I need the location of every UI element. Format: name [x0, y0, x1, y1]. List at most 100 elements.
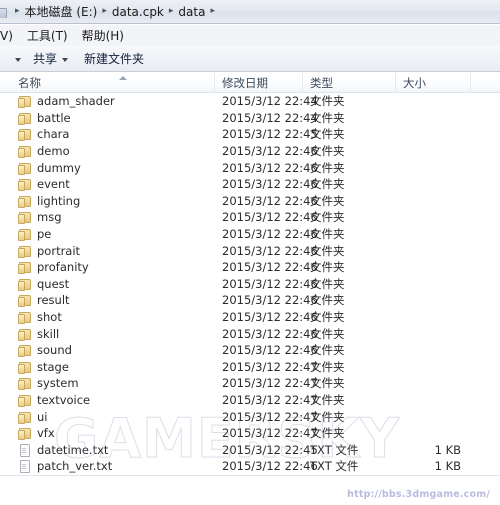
file-name-label: msg: [37, 210, 62, 225]
file-name-cell[interactable]: profanity: [18, 260, 89, 275]
file-name-cell[interactable]: patch_ver.txt: [18, 459, 112, 474]
file-name-cell[interactable]: skill: [18, 327, 59, 341]
file-name-cell[interactable]: dummy: [18, 161, 81, 175]
table-row[interactable]: result 2015/3/12 22:46 文件夹: [0, 292, 500, 309]
file-name-cell[interactable]: result: [18, 293, 70, 308]
menu-item-help[interactable]: 帮助(H): [75, 25, 131, 46]
table-row[interactable]: system 2015/3/12 22:47 文件夹: [0, 375, 500, 392]
file-name-cell[interactable]: demo: [18, 144, 70, 159]
folder-icon: [18, 344, 31, 358]
folder-icon: [18, 245, 31, 258]
text-file-icon: [18, 443, 31, 457]
folder-icon: [18, 228, 31, 242]
table-row[interactable]: battle 2015/3/12 22:44 文件夹: [0, 110, 500, 127]
file-name-cell[interactable]: lighting: [18, 194, 80, 208]
column-header-size[interactable]: 大小: [396, 73, 471, 93]
table-row[interactable]: pe 2015/3/12 22:46 文件夹: [0, 226, 500, 243]
table-row[interactable]: adam_shader 2015/3/12 22:44 文件夹: [0, 93, 500, 110]
breadcrumb-item-data-cpk[interactable]: data.cpk: [112, 5, 164, 19]
file-date-cell: 2015/3/12 22:46: [222, 227, 318, 242]
table-row[interactable]: profanity 2015/3/12 22:46 文件夹: [0, 259, 500, 276]
table-row[interactable]: quest 2015/3/12 22:46 文件夹: [0, 276, 500, 293]
table-row[interactable]: sound 2015/3/12 22:46 文件夹: [0, 342, 500, 359]
breadcrumb[interactable]: ▸ 本地磁盘 (E:) ▸ data.cpk ▸ data ▸: [0, 0, 220, 23]
folder-icon: [18, 294, 31, 308]
file-name-cell[interactable]: ui: [18, 410, 47, 424]
file-name-label: textvoice: [37, 392, 91, 407]
file-date-cell: 2015/3/12 22:47: [222, 359, 318, 374]
file-type-cell: 文件夹: [310, 94, 345, 109]
file-type-cell: 文件夹: [310, 343, 345, 358]
file-name-label: shot: [37, 310, 62, 325]
table-row[interactable]: msg 2015/3/12 22:46 文件夹: [0, 209, 500, 226]
file-type-cell: 文件夹: [310, 426, 345, 441]
column-header-name[interactable]: 名称: [11, 73, 215, 93]
breadcrumb-separator-3[interactable]: ▸: [205, 7, 220, 16]
breadcrumb-separator-1[interactable]: ▸: [97, 7, 112, 16]
breadcrumb-separator-2[interactable]: ▸: [164, 7, 179, 16]
file-date-cell: 2015/3/12 22:46: [222, 459, 318, 474]
breadcrumb-item-data[interactable]: data: [178, 5, 205, 19]
table-row[interactable]: portrait 2015/3/12 22:46 文件夹: [0, 242, 500, 259]
chevron-down-icon: [15, 57, 21, 62]
file-type-cell: 文件夹: [310, 243, 345, 258]
column-header-date-modified[interactable]: 修改日期: [215, 73, 303, 93]
file-name-cell[interactable]: shot: [18, 310, 62, 325]
file-name-cell[interactable]: msg: [18, 210, 62, 225]
column-header-name-label: 名称: [18, 76, 41, 90]
file-name-cell[interactable]: sound: [18, 343, 72, 358]
table-row[interactable]: lighting 2015/3/12 22:46 文件夹: [0, 193, 500, 210]
table-row[interactable]: textvoice 2015/3/12 22:47 文件夹: [0, 392, 500, 409]
table-row[interactable]: skill 2015/3/12 22:46 文件夹: [0, 325, 500, 342]
folder-icon: [18, 394, 31, 407]
folder-icon: [18, 261, 31, 275]
table-row[interactable]: vfx 2015/3/12 22:47 文件夹: [0, 425, 500, 442]
file-name-cell[interactable]: datetime.txt: [18, 443, 108, 457]
file-name-cell[interactable]: battle: [18, 111, 71, 125]
new-folder-button[interactable]: 新建文件夹: [76, 49, 152, 69]
file-name-cell[interactable]: adam_shader: [18, 94, 115, 109]
file-name-label: adam_shader: [37, 94, 115, 109]
address-bar[interactable]: ▸ 本地磁盘 (E:) ▸ data.cpk ▸ data ▸: [0, 0, 500, 24]
file-date-cell: 2015/3/12 22:46: [222, 310, 318, 325]
table-row[interactable]: ui 2015/3/12 22:47 文件夹: [0, 408, 500, 425]
file-name-cell[interactable]: stage: [18, 360, 69, 374]
folder-icon: [18, 195, 31, 208]
share-label: 共享: [33, 52, 58, 66]
table-row[interactable]: datetime.txt 2015/3/12 22:45 TXT 文件 1 KB: [0, 441, 500, 458]
file-name-cell[interactable]: event: [18, 177, 70, 192]
file-type-cell: 文件夹: [310, 144, 345, 159]
file-name-label: result: [37, 293, 70, 308]
share-button[interactable]: 共享: [25, 49, 76, 69]
file-date-cell: 2015/3/12 22:47: [222, 426, 318, 441]
file-date-cell: 2015/3/12 22:46: [222, 276, 318, 291]
folder-icon: [18, 377, 31, 391]
file-date-cell: 2015/3/12 22:46: [222, 160, 318, 175]
menu-item-view-clipped[interactable]: V): [0, 27, 20, 45]
file-name-cell[interactable]: vfx: [18, 426, 55, 441]
file-name-cell[interactable]: system: [18, 376, 79, 391]
table-row[interactable]: patch_ver.txt 2015/3/12 22:46 TXT 文件 1 KB: [0, 458, 500, 475]
file-date-cell: 2015/3/12 22:46: [222, 243, 318, 258]
file-name-cell[interactable]: portrait: [18, 244, 80, 258]
file-name-cell[interactable]: quest: [18, 277, 69, 291]
file-list[interactable]: adam_shader 2015/3/12 22:44 文件夹 battle 2015/…: [0, 93, 500, 476]
table-row[interactable]: demo 2015/3/12 22:46 文件夹: [0, 143, 500, 160]
file-date-cell: 2015/3/12 22:46: [222, 210, 318, 225]
list-pane-bottom-filler: [0, 476, 500, 505]
file-name-cell[interactable]: textvoice: [18, 393, 90, 407]
table-row[interactable]: chara 2015/3/12 22:45 文件夹: [0, 126, 500, 143]
table-row[interactable]: dummy 2015/3/12 22:46 文件夹: [0, 159, 500, 176]
file-name-cell[interactable]: pe: [18, 227, 51, 242]
column-header-type[interactable]: 类型: [303, 73, 396, 93]
file-name-cell[interactable]: chara: [18, 127, 69, 142]
breadcrumb-item-local-disk-e[interactable]: 本地磁盘 (E:): [25, 3, 98, 20]
table-row[interactable]: event 2015/3/12 22:46 文件夹: [0, 176, 500, 193]
table-row[interactable]: shot 2015/3/12 22:46 文件夹: [0, 309, 500, 326]
file-date-cell: 2015/3/12 22:46: [222, 193, 318, 208]
file-name-label: demo: [37, 144, 70, 159]
menu-item-tools[interactable]: 工具(T): [20, 25, 75, 46]
file-type-cell: 文件夹: [310, 392, 345, 407]
table-row[interactable]: stage 2015/3/12 22:47 文件夹: [0, 359, 500, 376]
organize-button[interactable]: [0, 49, 25, 69]
